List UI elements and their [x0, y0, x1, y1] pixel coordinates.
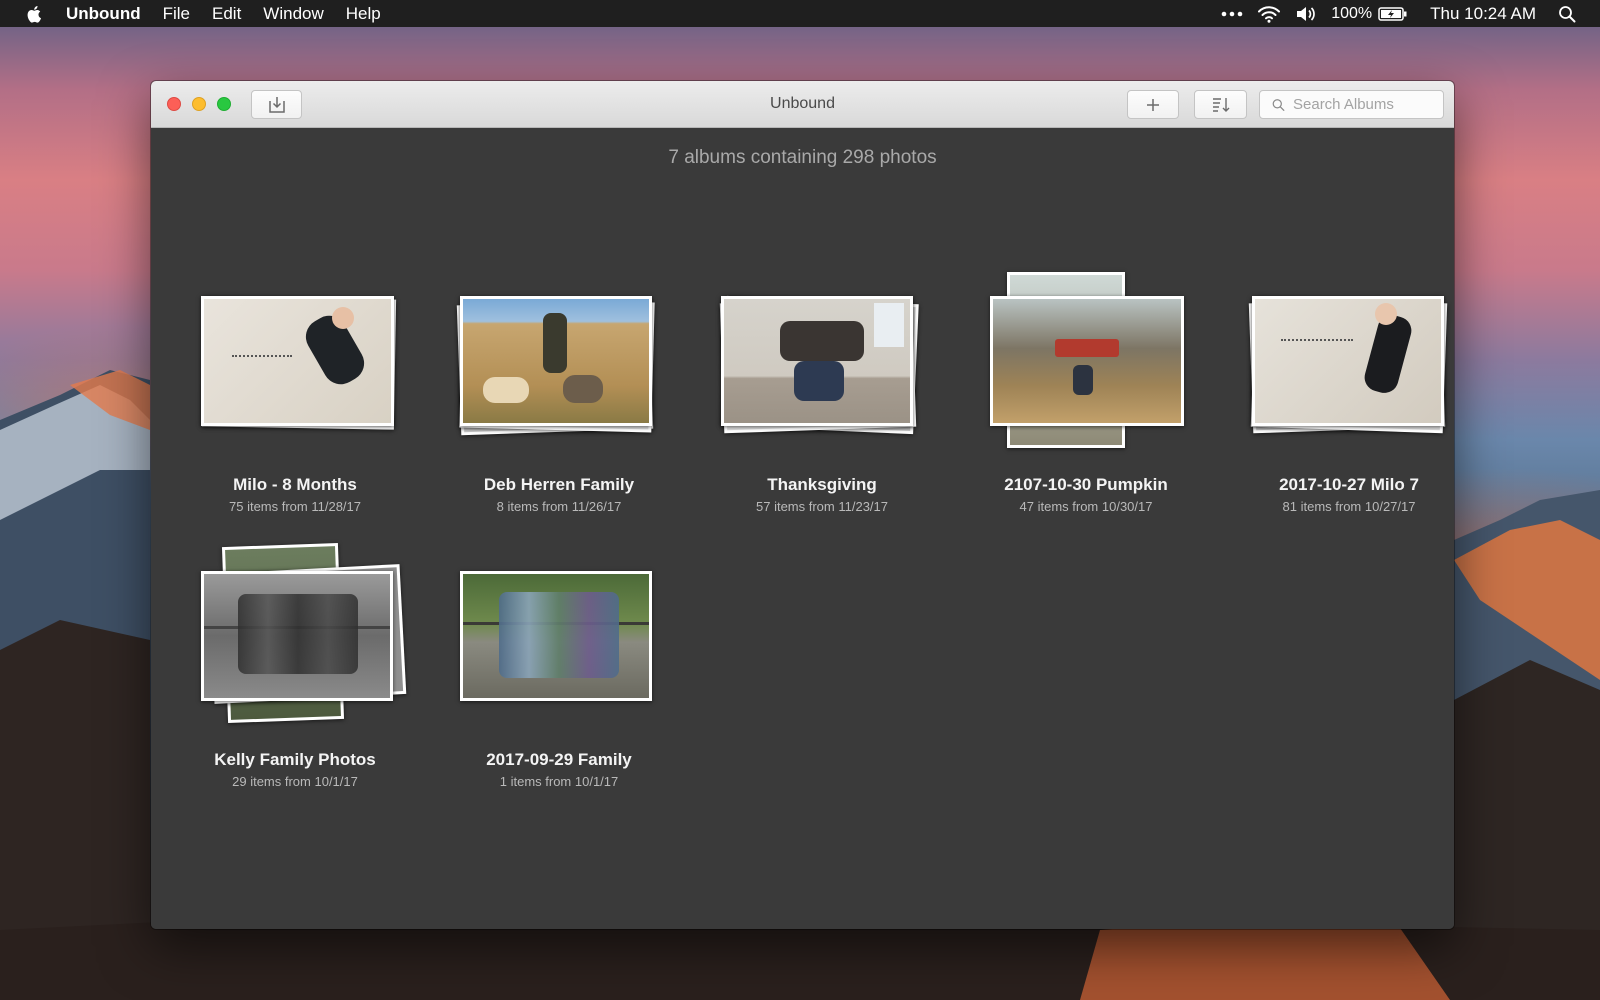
album-title: 2017-10-27 Milo 7 [1279, 475, 1419, 494]
album-subtitle: 75 items from 11/28/17 [229, 499, 361, 514]
album-cover [702, 295, 942, 466]
spotlight-icon[interactable] [1558, 5, 1576, 23]
battery-icon[interactable] [1378, 6, 1408, 22]
menu-app-name[interactable]: Unbound [66, 4, 141, 24]
album-subtitle: 8 items from 11/26/17 [496, 499, 622, 514]
album-card[interactable]: 2017-09-29 Family 1 items from 10/1/17 [439, 571, 679, 801]
album-grid: 7 albums containing 298 photos Milo - 8 … [151, 128, 1454, 929]
search-icon [1272, 98, 1285, 111]
album-cover [439, 571, 679, 741]
album-title: Kelly Family Photos [214, 750, 376, 769]
menu-bar: Unbound File Edit Window Help 100% Thu 1… [0, 0, 1600, 27]
wifi-icon[interactable] [1257, 5, 1281, 23]
album-cover [439, 296, 679, 466]
clock[interactable]: Thu 10:24 AM [1430, 4, 1536, 24]
album-cover [1229, 296, 1454, 466]
album-title: 2107-10-30 Pumpkin [1004, 475, 1168, 494]
add-album-button[interactable] [1127, 90, 1179, 119]
menu-help[interactable]: Help [346, 4, 381, 24]
album-title: Thanksgiving [767, 475, 877, 494]
album-cover [175, 543, 415, 741]
album-card[interactable]: 2017-10-27 Milo 7 81 items from 10/27/17 [1229, 296, 1454, 526]
album-summary: 7 albums containing 298 photos [668, 147, 937, 168]
album-card[interactable]: Thanksgiving 57 items from 11/23/17 [702, 295, 942, 526]
sort-icon [1212, 97, 1229, 112]
more-icon[interactable] [1221, 10, 1243, 18]
album-card[interactable]: Milo - 8 Months 75 items from 11/28/17 [175, 296, 415, 526]
album-card[interactable]: 2107-10-30 Pumpkin 47 items from 10/30/1… [966, 272, 1206, 526]
album-cover [175, 296, 415, 466]
album-subtitle: 29 items from 10/1/17 [232, 774, 358, 789]
album-subtitle: 57 items from 11/23/17 [756, 499, 888, 514]
album-card[interactable]: Kelly Family Photos 29 items from 10/1/1… [175, 543, 415, 801]
album-subtitle: 47 items from 10/30/17 [1019, 499, 1153, 514]
album-card[interactable]: Deb Herren Family 8 items from 11/26/17 [439, 296, 679, 526]
menu-file[interactable]: File [163, 4, 190, 24]
plus-icon [1147, 98, 1159, 111]
menu-window[interactable]: Window [263, 4, 323, 24]
album-title: Deb Herren Family [483, 475, 635, 494]
sort-button[interactable] [1194, 90, 1247, 119]
app-window: Unbound 7 albums containing 298 photos [151, 81, 1454, 929]
title-bar: Unbound [151, 81, 1454, 128]
volume-icon[interactable] [1295, 5, 1317, 23]
menu-edit[interactable]: Edit [212, 4, 241, 24]
search-field[interactable] [1259, 90, 1444, 119]
apple-icon[interactable] [26, 4, 44, 24]
album-title: 2017-09-29 Family [486, 750, 632, 769]
album-cover [966, 272, 1206, 466]
album-title: Milo - 8 Months [233, 475, 357, 494]
battery-percent: 100% [1331, 4, 1373, 22]
album-subtitle: 81 items from 10/27/17 [1282, 499, 1416, 514]
search-input[interactable] [1293, 96, 1443, 113]
album-subtitle: 1 items from 10/1/17 [499, 774, 619, 789]
